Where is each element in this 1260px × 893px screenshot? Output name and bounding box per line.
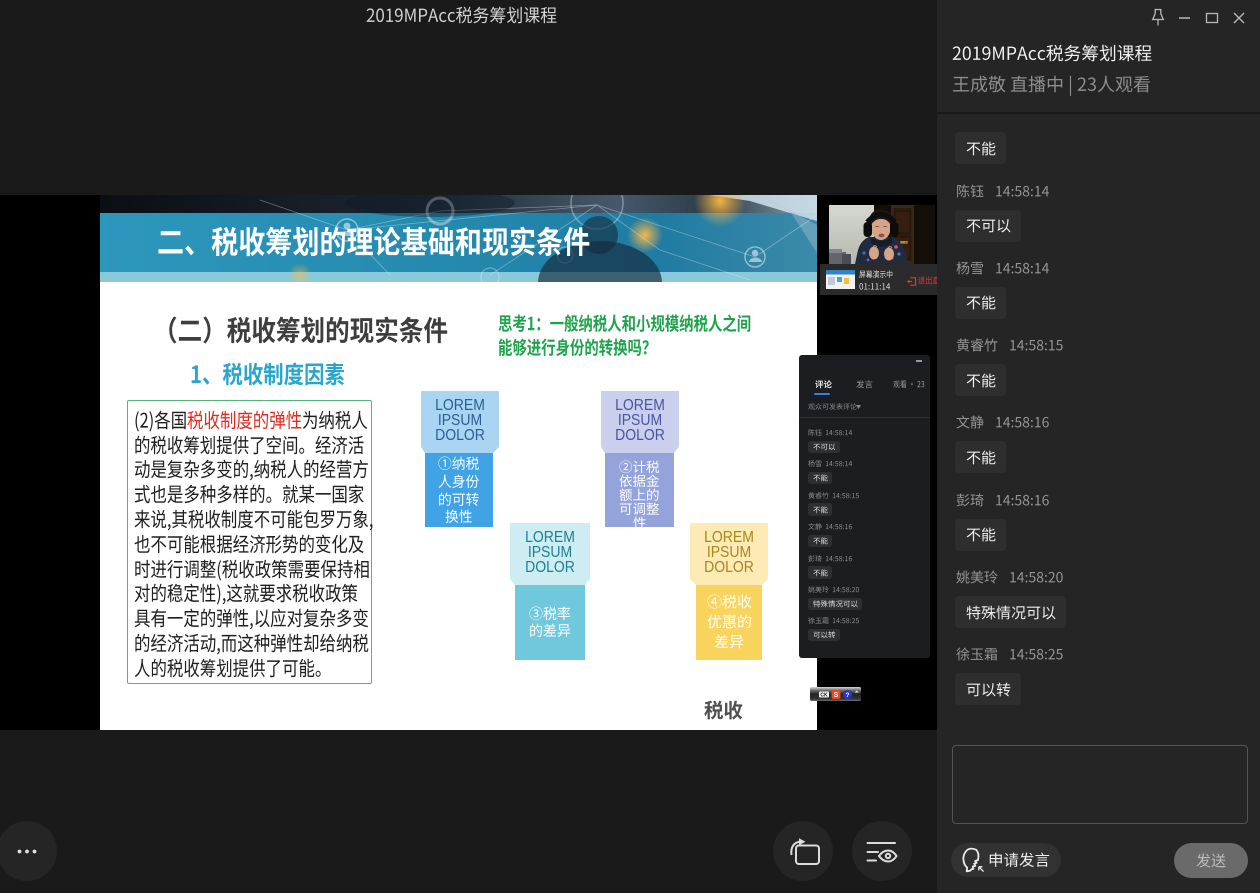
svg-text:?: ? [846,692,850,699]
svg-text:CK: CK [820,693,828,699]
svg-text:S: S [834,692,839,699]
